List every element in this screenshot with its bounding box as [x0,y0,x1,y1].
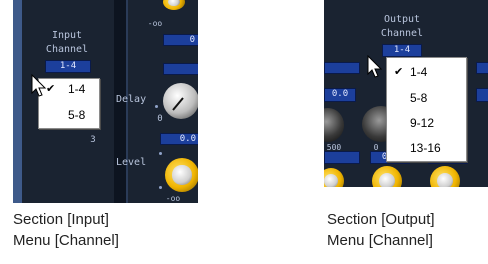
arrow-cursor-icon [31,74,47,97]
panel-edge [13,0,22,203]
check-icon: ✔ [46,83,56,95]
delay-value-display[interactable]: 0.0 [160,133,198,145]
blank-display [324,151,360,164]
level-tick-low [159,186,162,189]
menu-item-5-8[interactable]: 5-8 [387,89,466,107]
delay-knob-indicator [172,97,184,111]
menu-item-label: 5-8 [410,91,428,105]
output-section-title: Output [383,14,421,25]
menu-item-label: 9-12 [410,116,435,130]
top-knob[interactable] [163,0,185,10]
channel-menu-title: Channel [380,28,424,39]
level-label: Level [116,157,147,168]
blank-display [163,63,198,75]
input-channel-menu: ✔ 1-4 5-8 [38,78,100,129]
menu-item-5-8[interactable]: 5-8 [39,106,99,124]
delay-min-label: 0 [157,114,163,124]
value-display-left[interactable]: 0.0 [324,88,356,102]
input-caption-section: Section [Input] [13,211,109,228]
menu-item-label: 1-4 [68,82,86,96]
arrow-cursor-icon [367,55,383,78]
menu-item-label: 1-4 [410,65,428,79]
level-tick [159,152,162,155]
value-display-right [476,88,488,102]
delay-label: Delay [116,94,147,105]
output-caption-menu: Menu [Channel] [327,232,433,249]
input-section-title: Input [51,30,83,41]
input-caption-menu: Menu [Channel] [13,232,119,249]
channel-selector[interactable]: 1-4 [382,44,422,57]
blank-display [476,62,488,74]
menu-item-9-12[interactable]: 9-12 [387,114,466,132]
menu-item-label: 5-8 [68,108,86,122]
menu-item-1-4[interactable]: ✔ 1-4 [387,63,466,81]
level-knob[interactable] [165,158,198,192]
top-value-display[interactable]: 0 [163,34,198,46]
menu-item-label: 13-16 [410,141,441,155]
output-channel-menu: ✔ 1-4 5-8 9-12 13-16 [386,57,467,162]
channel-selector[interactable]: 1-4 [45,60,91,73]
number-label: 3 [90,135,96,145]
menu-item-1-4[interactable]: ✔ 1-4 [39,80,99,98]
level-min-label: -oo [165,194,181,203]
channel-menu-title: Channel [45,44,89,55]
output-knob[interactable] [324,108,344,142]
top-scale-label: -oo [147,19,163,28]
check-icon: ✔ [394,66,404,78]
delay-tick [155,105,158,108]
level-knob[interactable] [324,168,344,187]
blank-display [324,62,360,74]
level-knob[interactable] [372,166,402,187]
menu-item-13-16[interactable]: 13-16 [387,139,466,157]
level-knob[interactable] [430,166,460,187]
output-caption-section: Section [Output] [327,211,435,228]
